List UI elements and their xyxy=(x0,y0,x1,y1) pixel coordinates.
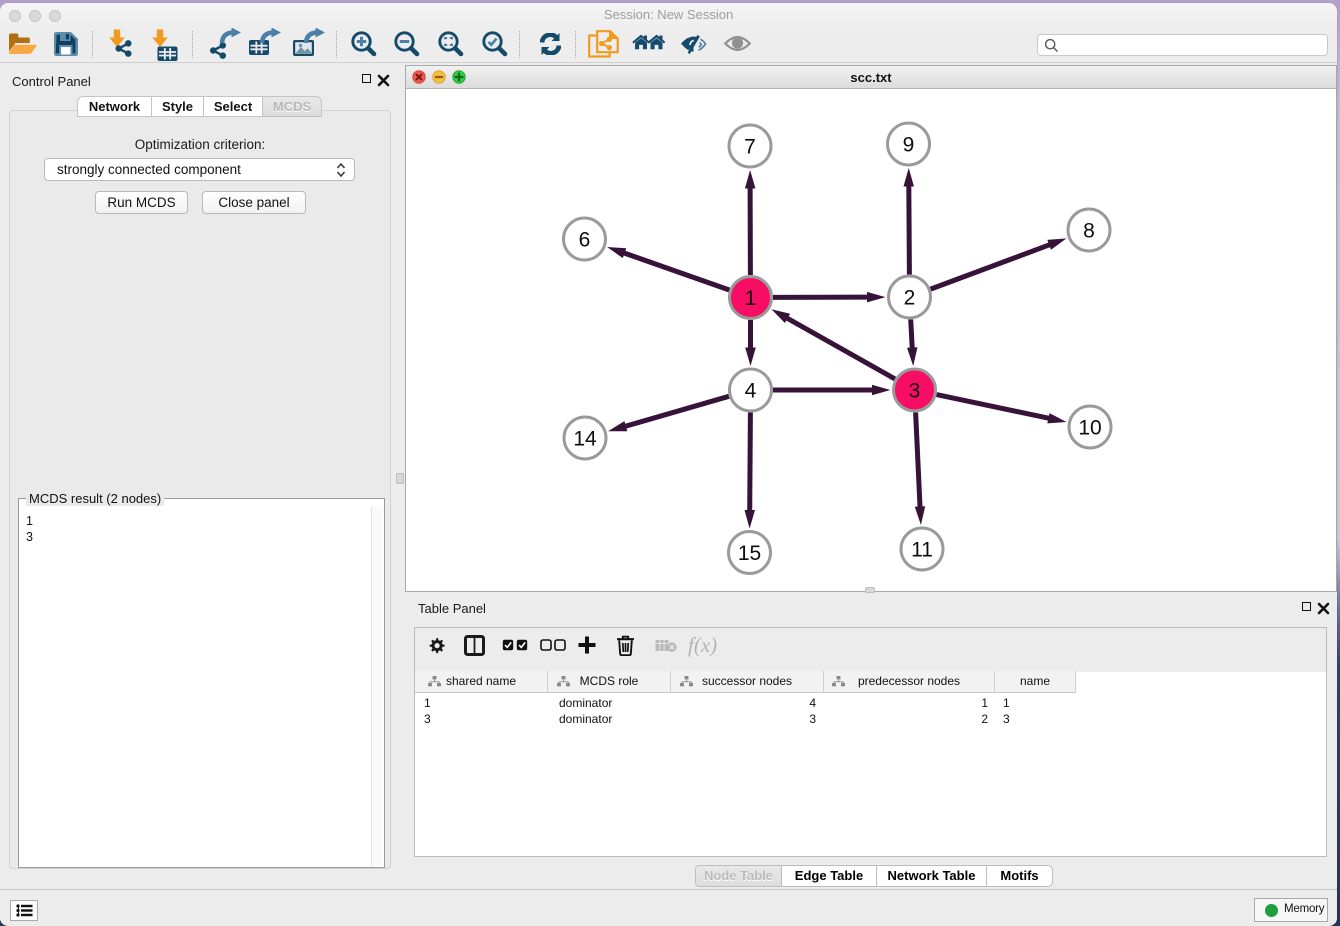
svg-text:9: 9 xyxy=(903,134,915,157)
svg-text:10: 10 xyxy=(1078,417,1101,440)
svg-text:1: 1 xyxy=(745,287,757,310)
svg-text:7: 7 xyxy=(744,136,756,159)
svg-text:11: 11 xyxy=(911,539,933,562)
svg-text:2: 2 xyxy=(904,287,916,310)
svg-text:15: 15 xyxy=(738,542,761,565)
svg-text:4: 4 xyxy=(745,380,757,403)
svg-text:6: 6 xyxy=(579,229,591,252)
svg-text:8: 8 xyxy=(1083,220,1095,243)
svg-text:3: 3 xyxy=(909,380,921,403)
svg-text:14: 14 xyxy=(573,428,597,451)
